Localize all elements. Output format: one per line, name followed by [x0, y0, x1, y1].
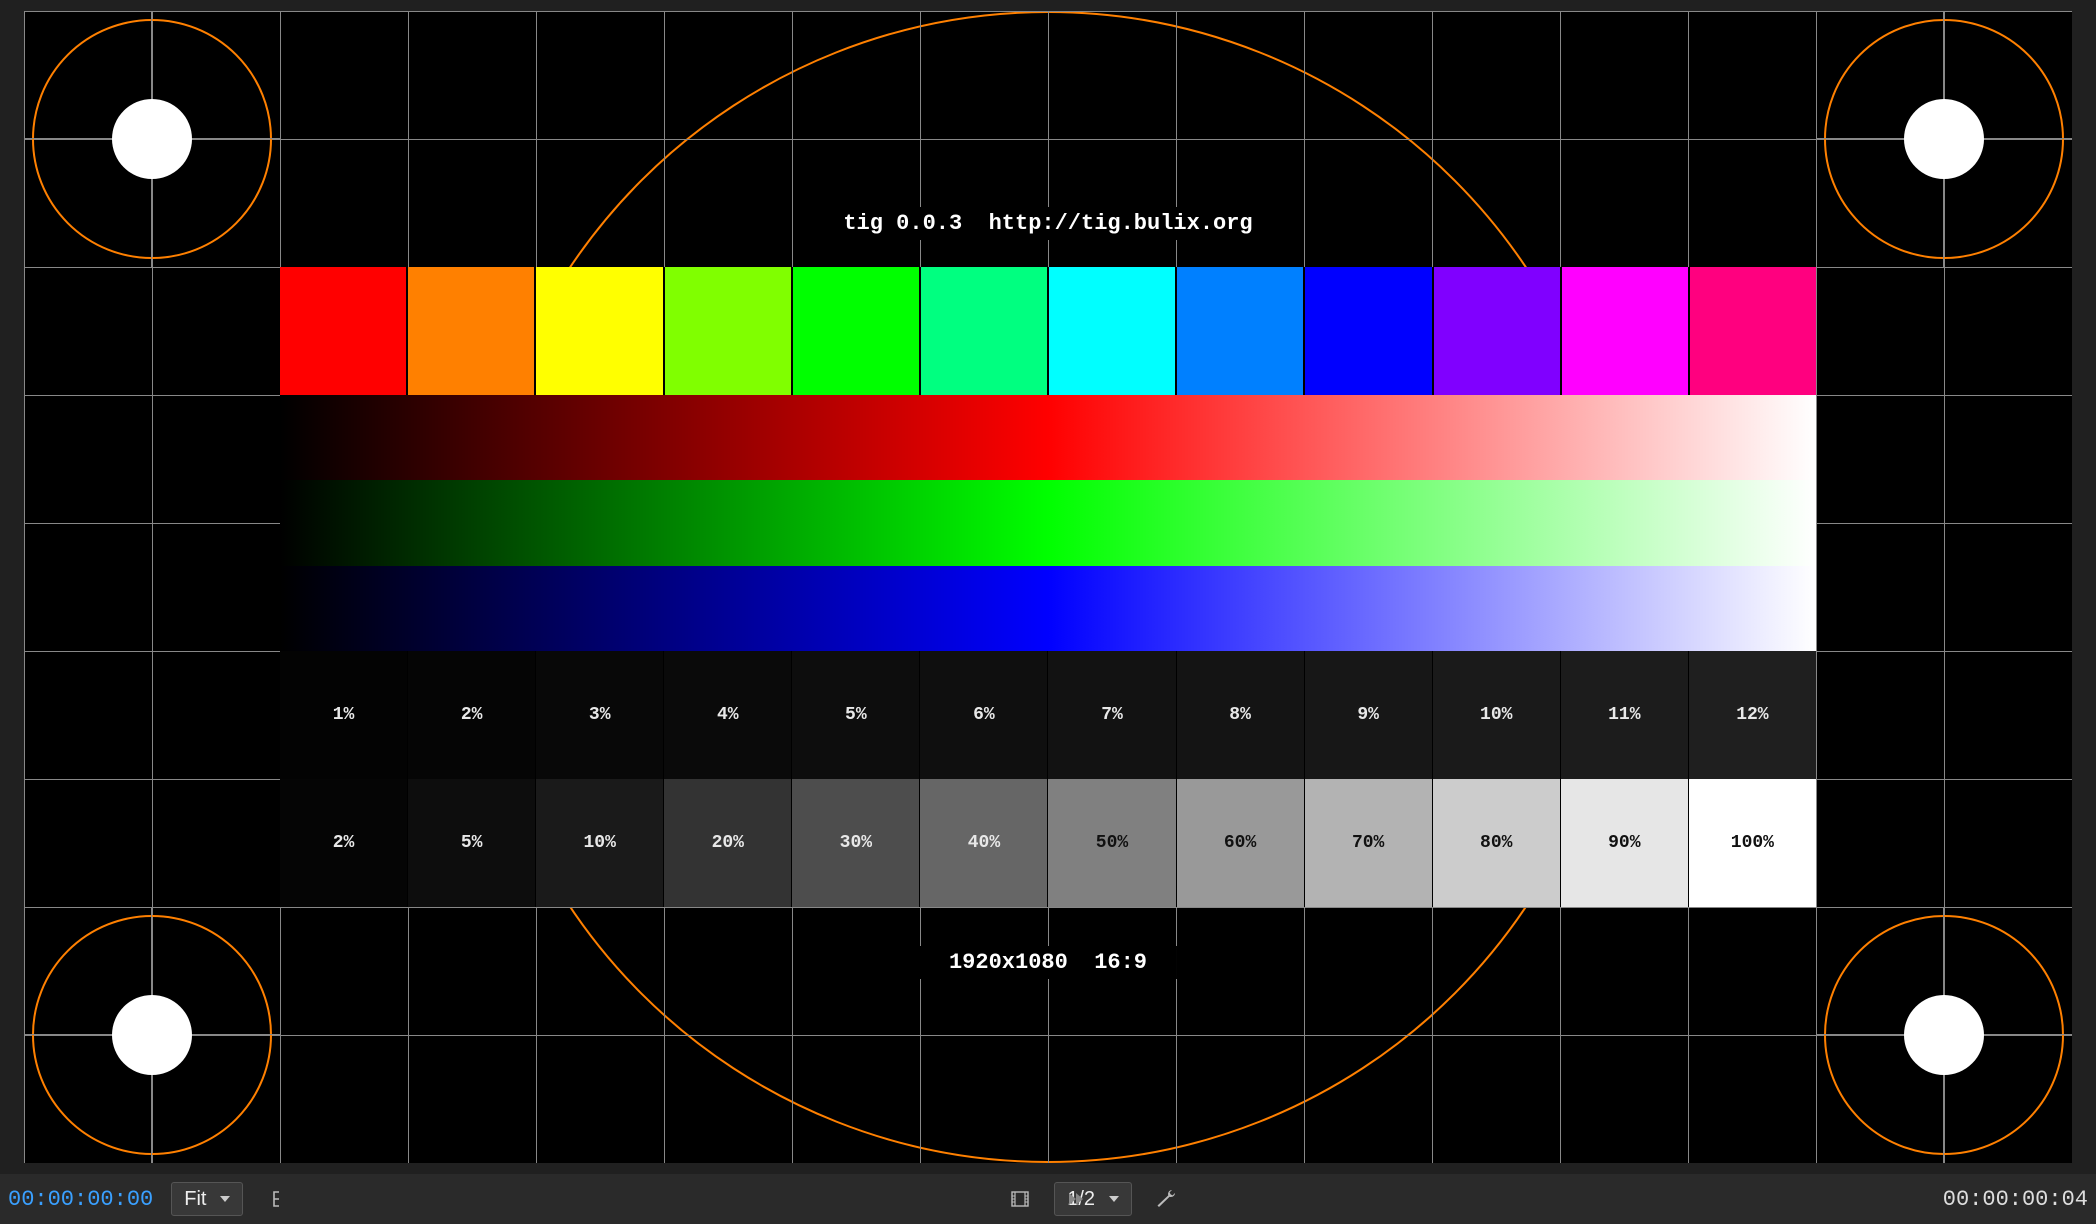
hue-swatch [1688, 267, 1816, 395]
gray-step-label: 9% [1305, 705, 1432, 725]
gray-step-cell: 60% [1176, 779, 1304, 907]
gray-step-cell: 4% [663, 651, 791, 779]
hue-swatch [1175, 267, 1303, 395]
gray-step-label: 4% [664, 705, 791, 725]
gray-step-label: 12% [1689, 705, 1816, 725]
gray-step-cell: 10% [535, 779, 663, 907]
gray-step-label: 20% [664, 833, 791, 853]
corner-target-top-right [1816, 11, 2072, 267]
timecode-in[interactable]: 00:00:00:00 [8, 1187, 153, 1212]
card-title-text: tig 0.0.3 http://tig.bulix.org [813, 207, 1282, 240]
gray-step-label: 50% [1048, 833, 1175, 853]
corner-target-top-left [24, 11, 280, 267]
gray-step-cell: 70% [1304, 779, 1432, 907]
gray-step-cell: 11% [1560, 651, 1688, 779]
gray-step-cell: 100% [1688, 779, 1816, 907]
hue-swatch [1047, 267, 1175, 395]
gray-step-cell: 30% [791, 779, 919, 907]
skip-forward-icon[interactable] [1060, 1183, 1092, 1215]
gray-step-cell: 1% [280, 651, 407, 779]
gray-step-cell: 20% [663, 779, 791, 907]
gray-step-label: 2% [408, 705, 535, 725]
gray-step-cell: 12% [1688, 651, 1816, 779]
gray-step-label: 10% [536, 833, 663, 853]
green-gradient-strip [280, 480, 1816, 565]
zoom-dropdown[interactable]: Fit [171, 1182, 243, 1216]
chevron-down-icon [220, 1196, 230, 1202]
gray-step-label: 60% [1177, 833, 1304, 853]
hue-swatch [791, 267, 919, 395]
hue-swatch [1303, 267, 1431, 395]
gray-step-label: 30% [792, 833, 919, 853]
zoom-dropdown-label: Fit [184, 1188, 206, 1211]
gray-step-cell: 2% [407, 651, 535, 779]
gray-step-label: 5% [792, 705, 919, 725]
card-content-band: 1%2%3%4%5%6%7%8%9%10%11%12% 2%5%10%20%30… [280, 267, 1816, 907]
corner-target-bottom-right [1816, 907, 2072, 1163]
chevron-down-icon [1109, 1196, 1119, 1202]
hue-swatch [406, 267, 534, 395]
viewer-panel[interactable]: tig 0.0.3 http://tig.bulix.org 1920x1080… [0, 0, 2096, 1174]
gray-step-label: 90% [1561, 833, 1688, 853]
low-gray-step-row: 1%2%3%4%5%6%7%8%9%10%11%12% [280, 651, 1816, 779]
gray-step-label: 6% [920, 705, 1047, 725]
filmstrip-icon[interactable] [1004, 1183, 1036, 1215]
bracket-in-button[interactable] [261, 1183, 293, 1215]
blue-gradient-strip [280, 566, 1816, 651]
gray-step-cell: 5% [791, 651, 919, 779]
test-card-image: tig 0.0.3 http://tig.bulix.org 1920x1080… [24, 11, 2072, 1163]
gray-step-cell: 7% [1047, 651, 1175, 779]
gray-step-label: 70% [1305, 833, 1432, 853]
card-resolution-text: 1920x1080 16:9 [919, 946, 1177, 979]
hue-swatch [663, 267, 791, 395]
hue-swatch [919, 267, 1047, 395]
gray-step-cell: 6% [919, 651, 1047, 779]
gray-step-label: 40% [920, 833, 1047, 853]
gray-step-cell: 50% [1047, 779, 1175, 907]
status-bar: 00:00:00:00 Fit 1/2 [0, 1174, 2096, 1224]
corner-target-bottom-left [24, 907, 280, 1163]
hue-swatch-row [280, 267, 1816, 395]
gray-step-cell: 90% [1560, 779, 1688, 907]
transport-controls [1004, 1183, 1092, 1215]
gray-step-cell: 80% [1432, 779, 1560, 907]
red-gradient-strip [280, 395, 1816, 480]
gray-step-cell: 8% [1176, 651, 1304, 779]
gray-step-label: 11% [1561, 705, 1688, 725]
gray-step-label: 10% [1433, 705, 1560, 725]
gray-step-cell: 10% [1432, 651, 1560, 779]
hue-swatch [1560, 267, 1688, 395]
full-gray-step-row: 2%5%10%20%30%40%50%60%70%80%90%100% [280, 779, 1816, 907]
gray-step-label: 5% [408, 833, 535, 853]
gray-step-label: 2% [280, 833, 407, 853]
hue-swatch [280, 267, 406, 395]
gray-step-cell: 3% [535, 651, 663, 779]
gray-step-label: 8% [1177, 705, 1304, 725]
hue-swatch [1432, 267, 1560, 395]
gray-step-label: 7% [1048, 705, 1175, 725]
gray-step-label: 80% [1433, 833, 1560, 853]
rgb-gradient-block [280, 395, 1816, 651]
gray-step-label: 3% [536, 705, 663, 725]
timecode-out[interactable]: 00:00:00:04 [1943, 1187, 2088, 1212]
gray-step-label: 100% [1689, 833, 1816, 853]
gray-step-cell: 2% [280, 779, 407, 907]
gray-step-label: 1% [280, 705, 407, 725]
gray-step-cell: 9% [1304, 651, 1432, 779]
gray-step-cell: 5% [407, 779, 535, 907]
hue-swatch [534, 267, 662, 395]
wrench-settings-icon[interactable] [1150, 1183, 1182, 1215]
gray-step-cell: 40% [919, 779, 1047, 907]
